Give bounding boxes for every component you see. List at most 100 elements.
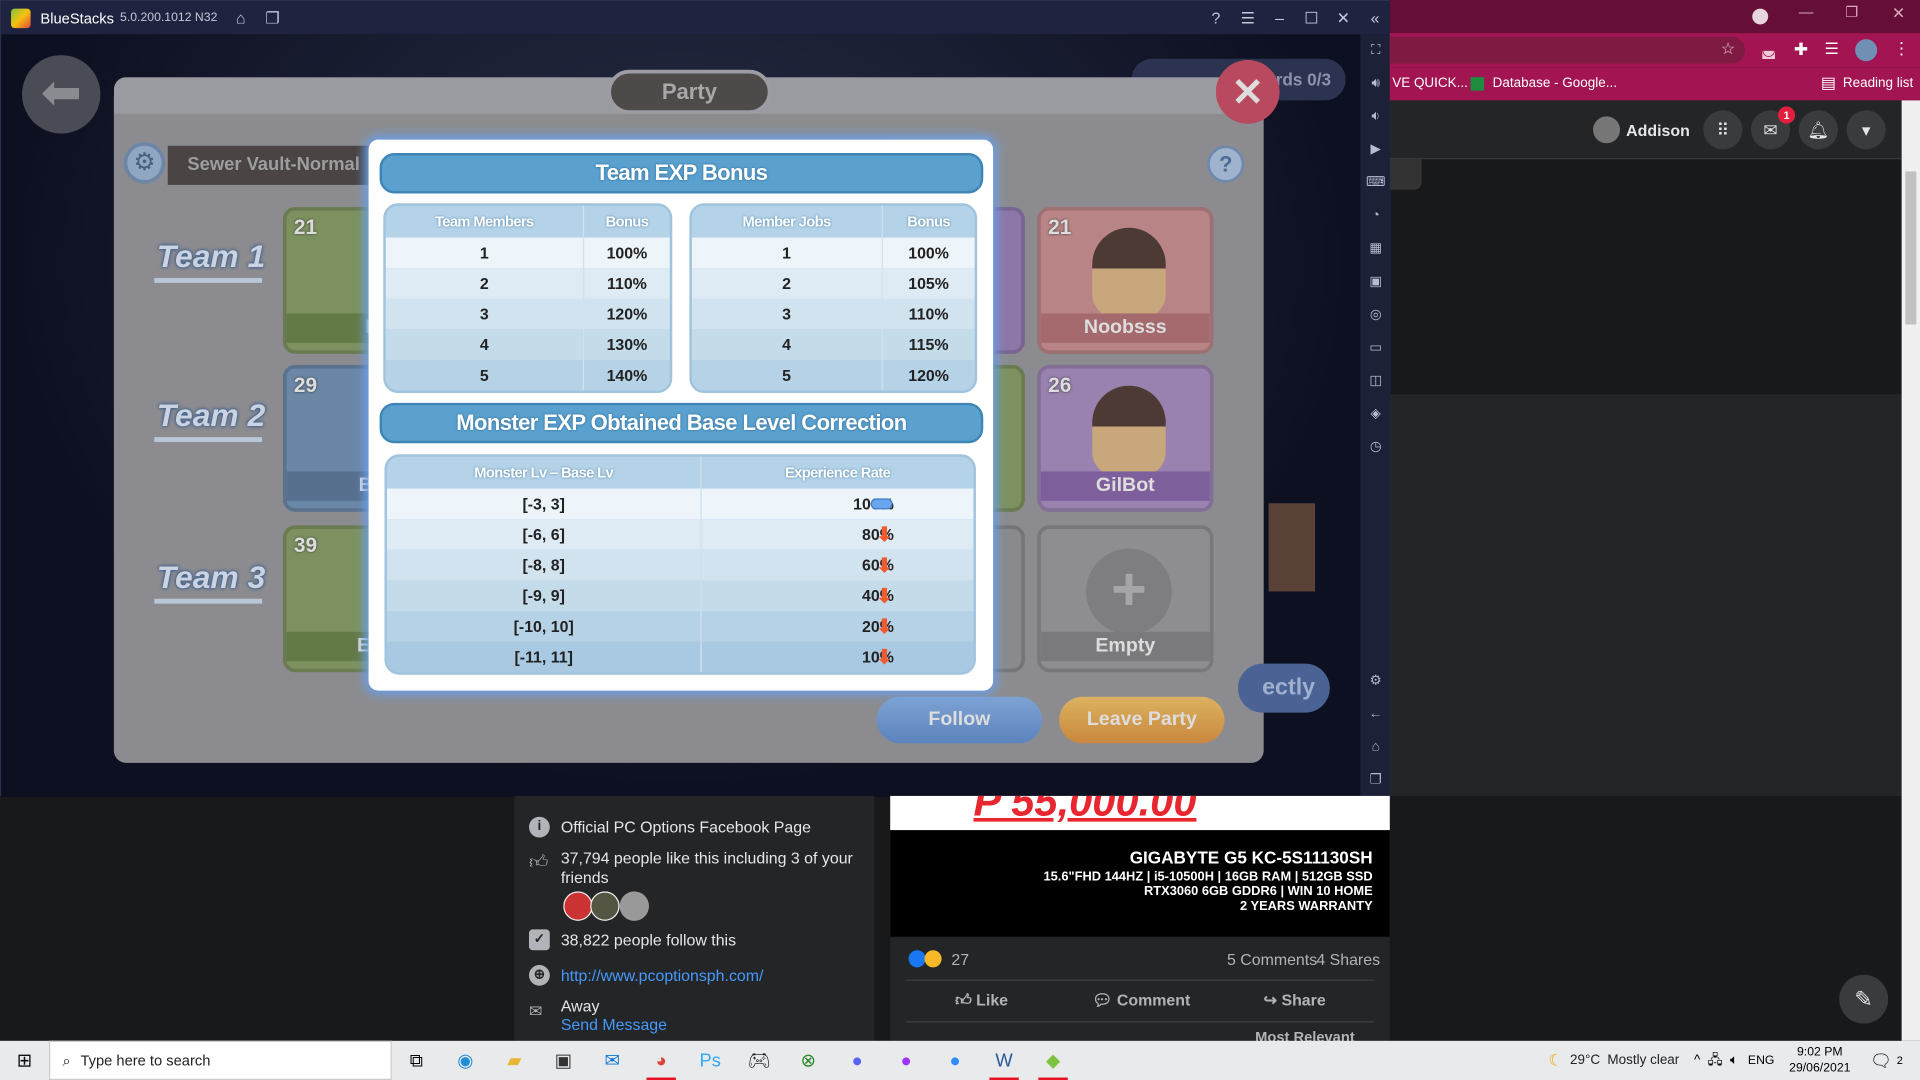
- minimize-icon[interactable]: –: [1264, 9, 1296, 27]
- table-cell: 2: [782, 274, 791, 293]
- share-button[interactable]: ↪ Share: [1264, 991, 1326, 1011]
- layers-icon[interactable]: ◈: [1371, 398, 1381, 431]
- bookmark-star-icon[interactable]: ☆: [1721, 39, 1735, 59]
- clock[interactable]: 9:02 PM 29/06/2021: [1789, 1044, 1850, 1076]
- column-header: Team Members: [435, 213, 534, 231]
- shares-count[interactable]: 4 Shares: [1316, 950, 1380, 968]
- friend-avatar[interactable]: [563, 891, 593, 921]
- website-link[interactable]: http://www.pcoptionsph.com/: [561, 966, 764, 984]
- notifications-bell-icon[interactable]: 🔔︎: [1798, 110, 1838, 150]
- empty-slot-card[interactable]: + Empty: [1037, 525, 1214, 673]
- keyboard-icon[interactable]: ⌨: [1366, 167, 1385, 200]
- word-icon[interactable]: W: [980, 1041, 1029, 1080]
- game-controller-icon[interactable]: 🎮︎: [735, 1041, 784, 1080]
- network-icon[interactable]: 🖧: [1708, 1049, 1723, 1072]
- home-icon[interactable]: ⌂: [225, 9, 257, 27]
- messenger-taskbar-icon[interactable]: ●: [882, 1041, 931, 1080]
- store-icon[interactable]: ▣: [539, 1041, 588, 1080]
- help-icon[interactable]: ?: [1200, 9, 1232, 27]
- gear-icon[interactable]: ⚙: [123, 142, 166, 184]
- reading-list-button[interactable]: Reading list: [1843, 76, 1913, 91]
- member-level: 26: [1048, 373, 1072, 397]
- collapse-sidebar-icon[interactable]: «: [1359, 9, 1391, 27]
- add-member-icon[interactable]: +: [1086, 548, 1172, 635]
- follow-button[interactable]: Follow: [876, 696, 1043, 744]
- language-indicator[interactable]: ENG: [1748, 1054, 1775, 1067]
- multi-instance-icon[interactable]: ❐: [257, 8, 289, 28]
- zoom-icon[interactable]: ●: [931, 1041, 980, 1080]
- avatar[interactable]: [1855, 39, 1878, 62]
- pocket-icon[interactable]: ◛: [1761, 40, 1776, 60]
- comments-count[interactable]: 5 Comments: [1227, 950, 1317, 968]
- weather-desc[interactable]: Mostly clear: [1607, 1053, 1679, 1068]
- file-explorer-icon[interactable]: ▰: [490, 1041, 539, 1080]
- likes-count: 37,794 people like this including 3 of y…: [560, 848, 853, 887]
- weather-temp[interactable]: 29°C: [1570, 1053, 1600, 1068]
- account-dropdown-icon[interactable]: ▾: [1846, 110, 1886, 150]
- photoshop-icon[interactable]: Ps: [686, 1041, 735, 1080]
- member-name: Empty: [1040, 631, 1210, 662]
- volume-icon[interactable]: 🔈︎: [1730, 1052, 1738, 1068]
- extensions-icon[interactable]: ✚: [1794, 39, 1808, 60]
- scrollbar[interactable]: [1901, 100, 1920, 1041]
- new-message-compose-icon[interactable]: ✎: [1839, 974, 1889, 1024]
- avatar[interactable]: [1593, 116, 1621, 144]
- install-apk-icon[interactable]: ▣: [1369, 266, 1382, 299]
- close-icon[interactable]: ✕: [1327, 8, 1359, 28]
- friend-avatar[interactable]: [590, 891, 620, 921]
- profile-dropdown-icon[interactable]: [1752, 8, 1769, 25]
- rotate-icon[interactable]: ◫: [1369, 365, 1382, 398]
- send-message-link[interactable]: Send Message: [561, 1015, 667, 1033]
- back-arrow-icon[interactable]: ⬅: [22, 55, 101, 134]
- performance-icon[interactable]: ▦: [1369, 233, 1382, 266]
- mail-icon[interactable]: ✉: [588, 1041, 637, 1080]
- bookmark[interactable]: VE QUICK...: [1392, 76, 1468, 91]
- tray-chevron-icon[interactable]: ^: [1694, 1053, 1700, 1068]
- screenshot-icon[interactable]: ◎: [1370, 299, 1382, 332]
- back-icon[interactable]: ←: [1369, 698, 1382, 731]
- fullscreen-icon[interactable]: ⛶: [1371, 34, 1380, 67]
- recent-apps-icon[interactable]: ❐: [1370, 764, 1382, 797]
- windows-start-icon[interactable]: ⊞: [0, 1041, 49, 1080]
- folder-icon[interactable]: ▭: [1369, 332, 1382, 365]
- eco-mode-icon[interactable]: ◷: [1370, 431, 1382, 464]
- menu-grid-icon[interactable]: ⠿: [1703, 110, 1743, 150]
- help-question-icon[interactable]: ?: [1207, 145, 1245, 183]
- discord-icon[interactable]: ●: [833, 1041, 882, 1080]
- macro-icon[interactable]: ◔: [1372, 200, 1380, 233]
- like-button[interactable]: 👍︎ Like: [955, 991, 1008, 1011]
- close-icon[interactable]: ✕: [1892, 4, 1905, 24]
- scrollbar-thumb[interactable]: [1905, 171, 1917, 325]
- minimize-icon[interactable]: —: [1799, 4, 1814, 21]
- friend-avatar[interactable]: [619, 891, 649, 921]
- comment-button[interactable]: 💬︎ Comment: [1092, 991, 1190, 1011]
- task-view-icon[interactable]: ⧉: [392, 1041, 441, 1080]
- maximize-icon[interactable]: ☐: [1296, 8, 1328, 28]
- menu-icon[interactable]: ☰: [1232, 8, 1264, 28]
- close-party-icon[interactable]: ✕: [1215, 60, 1280, 124]
- volume-down-icon[interactable]: 🔉︎: [1371, 100, 1379, 133]
- volume-up-icon[interactable]: 🔊︎: [1371, 67, 1379, 100]
- chrome-menu-icon[interactable]: ⋮: [1893, 38, 1910, 59]
- bluestacks-taskbar-icon[interactable]: ◆: [1029, 1041, 1078, 1080]
- user-name[interactable]: Addison: [1626, 121, 1690, 139]
- xbox-icon[interactable]: ⊗: [784, 1041, 833, 1080]
- partial-game-button[interactable]: ectly: [1237, 663, 1330, 713]
- chrome-icon[interactable]: ◕: [637, 1041, 686, 1080]
- address-bar[interactable]: ☆: [1389, 36, 1745, 64]
- table-row: 4 115%: [691, 329, 975, 361]
- settings-icon[interactable]: ⚙: [1370, 665, 1382, 698]
- leave-party-button[interactable]: Leave Party: [1059, 696, 1225, 744]
- bookmark[interactable]: Database - Google...: [1493, 76, 1617, 91]
- member-card[interactable]: 26 GilBot: [1037, 364, 1214, 512]
- level-range: [-6, 6]: [522, 525, 565, 544]
- taskbar-search-input[interactable]: ⌕ Type here to search: [48, 1040, 392, 1080]
- android-home-icon[interactable]: ⌂: [1372, 731, 1380, 764]
- member-card[interactable]: 21 Noobsss: [1037, 206, 1214, 354]
- edge-icon[interactable]: ◉: [441, 1041, 490, 1080]
- notifications-icon[interactable]: 🗨︎: [1870, 1050, 1892, 1071]
- media-icon[interactable]: ▶: [1371, 133, 1381, 166]
- restore-icon[interactable]: ❐: [1845, 4, 1858, 21]
- reaction-count[interactable]: 27: [951, 950, 969, 968]
- media-control-icon[interactable]: ☰: [1824, 39, 1838, 59]
